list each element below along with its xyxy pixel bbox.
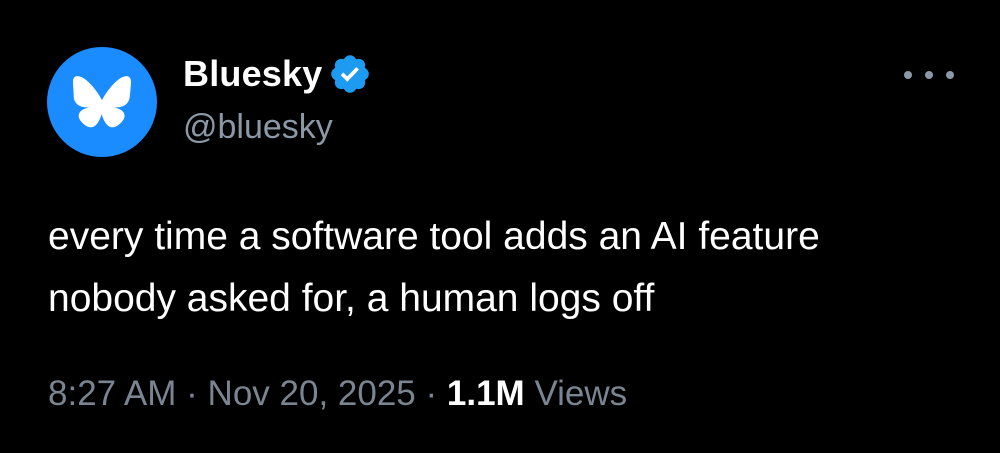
more-options-button[interactable] [904,62,954,88]
views-label: Views [534,374,628,413]
post-time[interactable]: 8:27 AM [48,374,176,413]
views-count[interactable]: 1.1M [447,374,525,413]
author-name-row: Bluesky [183,52,372,96]
meta-separator: · [425,374,438,413]
author-handle[interactable]: @bluesky [183,108,333,147]
butterfly-logo-icon [73,76,131,128]
more-dot [946,71,954,79]
avatar[interactable] [47,47,157,157]
post-card[interactable]: Bluesky @bluesky every time a software t… [0,0,1000,453]
post-date[interactable]: Nov 20, 2025 [208,374,416,413]
post-text: every time a software tool adds an AI fe… [48,206,968,330]
post-text-line: nobody asked for, a human logs off [48,277,655,320]
display-name[interactable]: Bluesky [183,53,322,95]
post-text-line: every time a software tool adds an AI fe… [48,215,820,258]
more-options-icon [904,71,912,79]
meta-separator: · [186,374,198,413]
post-meta: 8:27 AM · Nov 20, 2025 · 1.1M Views [48,374,627,414]
verified-badge-icon [331,55,370,93]
more-dot [925,71,933,79]
